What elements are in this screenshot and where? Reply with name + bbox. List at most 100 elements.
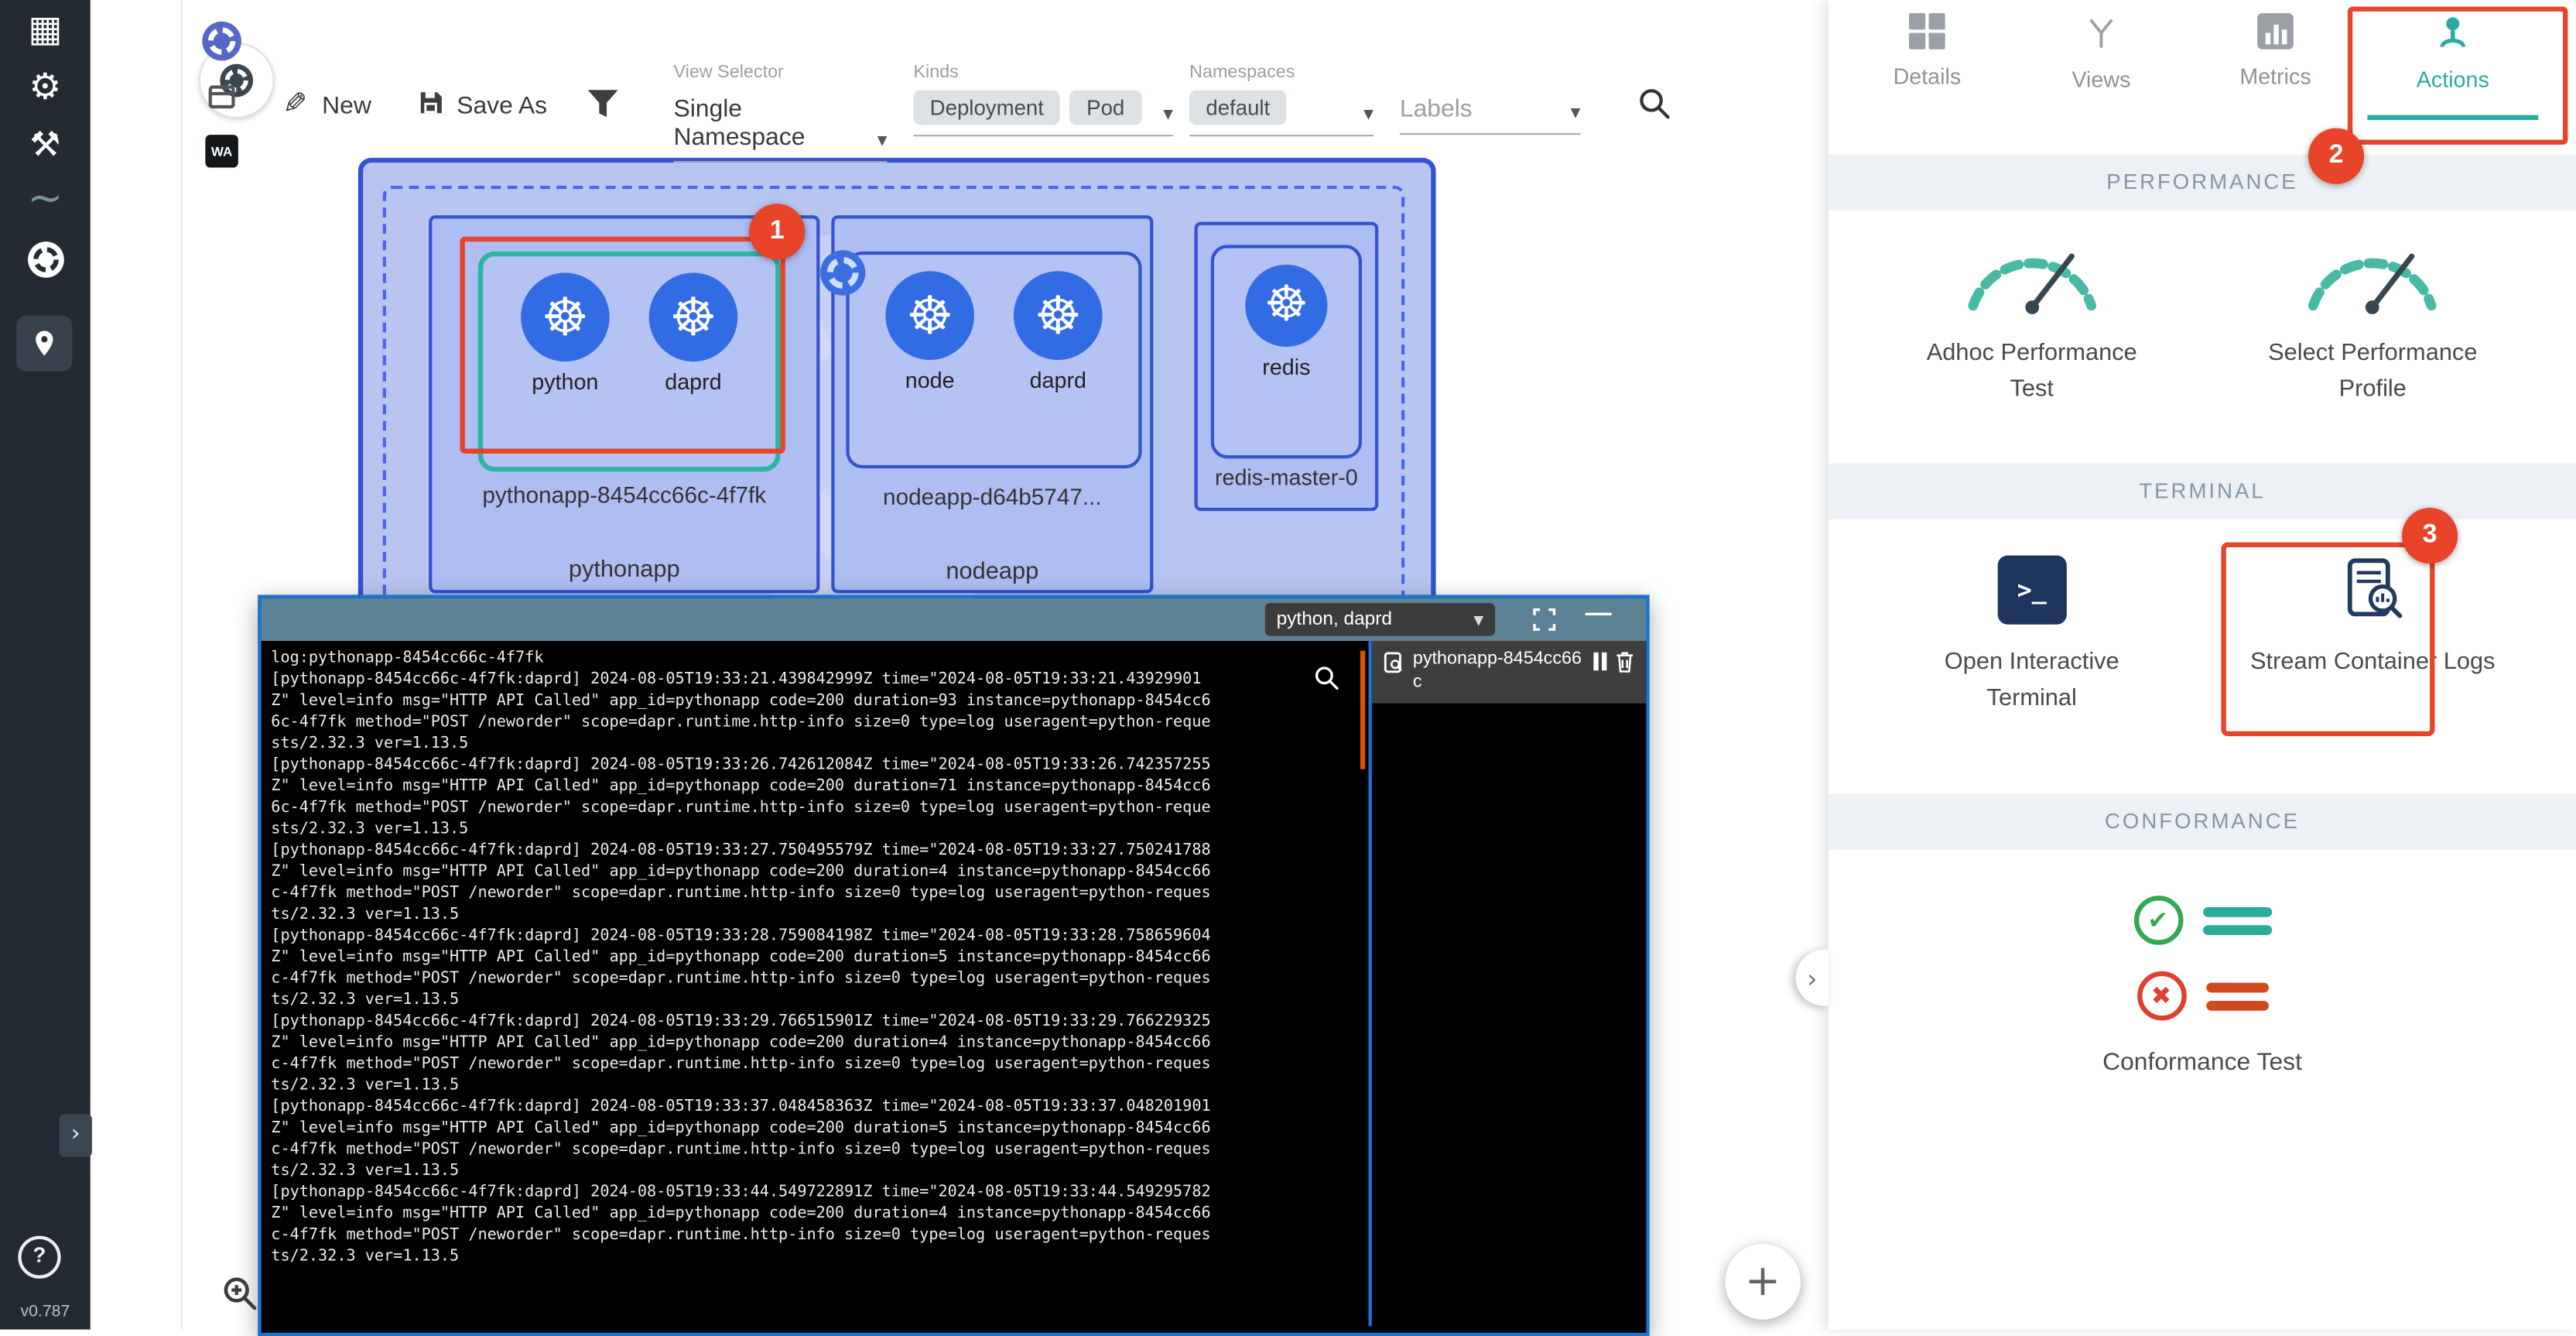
pause-icon[interactable] (1593, 653, 1606, 670)
log-search-icon[interactable] (1312, 664, 1340, 701)
group-name-label: pythonapp (432, 557, 816, 584)
filter-funnel-icon[interactable] (585, 85, 621, 129)
kubernetes-pod-icon: ☸ (1245, 265, 1327, 347)
log-line: ts/2.32.3 ver=1.13.5 (271, 989, 1358, 1011)
namespace-chip[interactable]: default (1189, 91, 1286, 125)
trash-icon[interactable] (1613, 649, 1637, 676)
dapr-logo-icon[interactable] (200, 19, 243, 70)
sidebar-expand-chevron[interactable]: › (59, 1114, 91, 1156)
kind-chip[interactable]: Deployment (913, 91, 1060, 125)
log-line: c-4f7fk method="POST /neworder" scope=da… (271, 968, 1358, 990)
container-label: daprd (1030, 368, 1086, 393)
container-label: node (905, 368, 955, 393)
curve-tool-icon[interactable]: ∼ (0, 174, 91, 224)
labels-dropdown[interactable]: Labels ▾ (1400, 95, 1581, 135)
log-line: c-4f7fk method="POST /neworder" scope=da… (271, 1139, 1358, 1160)
tab-actions[interactable]: Actions (2367, 13, 2538, 128)
tab-details[interactable]: Details (1845, 13, 2009, 128)
terminal-log-pane: log:pythonapp-8454cc66c-4f7fk[pythonapp-… (262, 641, 1369, 1326)
chevron-down-icon: ▾ (1363, 102, 1374, 125)
help-icon[interactable]: ? (18, 1236, 60, 1279)
check-circle-icon: ✔ (2133, 896, 2183, 945)
group-pythonapp[interactable]: ☸ python ☸ daprd pythonapp-8454cc66c-4f7… (429, 215, 819, 593)
conformance-test-action[interactable]: ✔ ✖ (1829, 896, 2576, 1020)
group-nodeapp[interactable]: ☸ node ☸ daprd nodeapp-d64b5747... nodea… (831, 215, 1153, 593)
streamed-pod-name: pythonapp-8454cc66c (1413, 649, 1587, 694)
dapr-sidecar-spinner-icon (818, 248, 867, 298)
wa-badge-icon[interactable]: WA (205, 135, 238, 167)
pod-pythonapp[interactable]: ☸ python ☸ daprd (478, 252, 781, 471)
adhoc-performance-test-action[interactable]: Adhoc Performance Test (1892, 230, 2171, 409)
kinds-dropdown[interactable]: DeploymentPod ▾ (913, 91, 1172, 136)
container-selector-dropdown[interactable]: python, daprd ▾ (1265, 603, 1495, 635)
log-document-icon (1382, 649, 1407, 677)
add-button[interactable]: + (1725, 1244, 1801, 1320)
gauge-icon (2297, 230, 2448, 315)
details-grid-icon (1909, 13, 1945, 50)
stream-container-logs-action[interactable]: Stream Container Logs (2233, 556, 2513, 718)
log-line: sts/2.32.3 ver=1.13.5 (271, 818, 1358, 840)
canvas-zoom-icon[interactable] (220, 1273, 259, 1321)
container-daprd[interactable]: ☸ daprd (649, 272, 738, 394)
log-line: ts/2.32.3 ver=1.13.5 (271, 1160, 1358, 1182)
minimize-icon[interactable]: — (1586, 600, 1612, 629)
search-icon[interactable] (1637, 85, 1673, 129)
kinds-label: Kinds (913, 63, 958, 82)
location-pin-icon[interactable] (16, 316, 72, 372)
tab-label: Details (1894, 64, 1962, 89)
log-line: c-4f7fk method="POST /neworder" scope=da… (271, 882, 1358, 904)
log-line: ts/2.32.3 ver=1.13.5 (271, 904, 1358, 926)
action-label: Adhoc Performance Test (1909, 335, 2155, 409)
conformance-test-label: Conformance Test (1829, 1049, 2576, 1077)
tab-views[interactable]: Views (2019, 13, 2183, 128)
archive-card-icon[interactable] (207, 82, 237, 120)
save-as-button[interactable]: Save As (457, 92, 547, 120)
version-label: v0.787 (0, 1303, 91, 1321)
namespaces-label: Namespaces (1189, 63, 1295, 82)
open-interactive-terminal-action[interactable]: >_ Open Interactive Terminal (1892, 556, 2171, 718)
apps-grid-icon[interactable]: ▦ (0, 10, 91, 51)
view-selector-label: View Selector (673, 63, 783, 82)
terminal-window: python, daprd ▾ — log:pythonapp-8454cc66… (258, 595, 1649, 1336)
active-tab-underline (2367, 115, 2538, 120)
gears-icon[interactable]: ⚙ (0, 67, 91, 108)
secondary-sidebar: WA (91, 0, 181, 1330)
pencil-icon: ✎ (282, 87, 307, 122)
terminal-titlebar[interactable]: python, daprd ▾ — (262, 598, 1647, 641)
fullscreen-icon[interactable] (1531, 606, 1558, 641)
pod-nodeapp[interactable]: ☸ node ☸ daprd (846, 252, 1141, 468)
pod-name-label: pythonapp-8454cc66c-4f7fk (432, 481, 816, 508)
container-label: redis (1262, 355, 1310, 380)
select-performance-profile-action[interactable]: Select Performance Profile (2233, 230, 2513, 409)
view-selector-dropdown[interactable]: Single Namespace ▾ (673, 95, 887, 163)
container-redis[interactable]: ☸ redis (1245, 265, 1327, 380)
log-line: [pythonapp-8454cc66c-4f7fk:daprd] 2024-0… (271, 669, 1358, 690)
terminal-log: log:pythonapp-8454cc66c-4f7fk[pythonapp-… (262, 641, 1369, 1273)
container-selector-value: python, daprd (1277, 610, 1392, 629)
stream-logs-icon (2338, 556, 2407, 625)
log-line: Z" level=info msg="HTTP API Called" app_… (271, 1032, 1358, 1053)
tab-metrics[interactable]: Metrics (2193, 13, 2357, 128)
pod-redis[interactable]: ☸ redis (1211, 245, 1362, 458)
tab-label: Views (2071, 67, 2130, 92)
kubernetes-pod-icon: ☸ (885, 271, 974, 360)
log-line: ts/2.32.3 ver=1.13.5 (271, 1245, 1358, 1267)
tools-icon[interactable]: ⚒ (0, 125, 91, 164)
container-node[interactable]: ☸ node (885, 271, 974, 392)
chevron-down-icon: ▾ (877, 128, 888, 152)
log-line: 6c-4f7fk method="POST /neworder" scope=d… (271, 797, 1358, 819)
group-redis[interactable]: ☸ redis redis-master-0 (1194, 222, 1378, 512)
kind-chip[interactable]: Pod (1070, 91, 1141, 125)
new-button[interactable]: New (322, 92, 371, 120)
right-panel: Details Views Metrics Actions PERFORMANC… (1829, 0, 2576, 1330)
container-daprd[interactable]: ☸ daprd (1014, 271, 1103, 392)
log-line: Z" level=info msg="HTTP API Called" app_… (271, 776, 1358, 797)
dapr-ring-icon[interactable] (0, 240, 91, 288)
container-python[interactable]: ☸ python (521, 272, 610, 394)
namespace-dropdown[interactable]: default ▾ (1189, 91, 1374, 136)
log-line: [pythonapp-8454cc66c-4f7fk:daprd] 2024-0… (271, 1096, 1358, 1118)
log-line: sts/2.32.3 ver=1.13.5 (271, 733, 1358, 755)
tab-label: Metrics (2239, 64, 2311, 89)
log-scrollbar[interactable] (1360, 651, 1365, 769)
kubernetes-pod-icon: ☸ (521, 272, 610, 361)
